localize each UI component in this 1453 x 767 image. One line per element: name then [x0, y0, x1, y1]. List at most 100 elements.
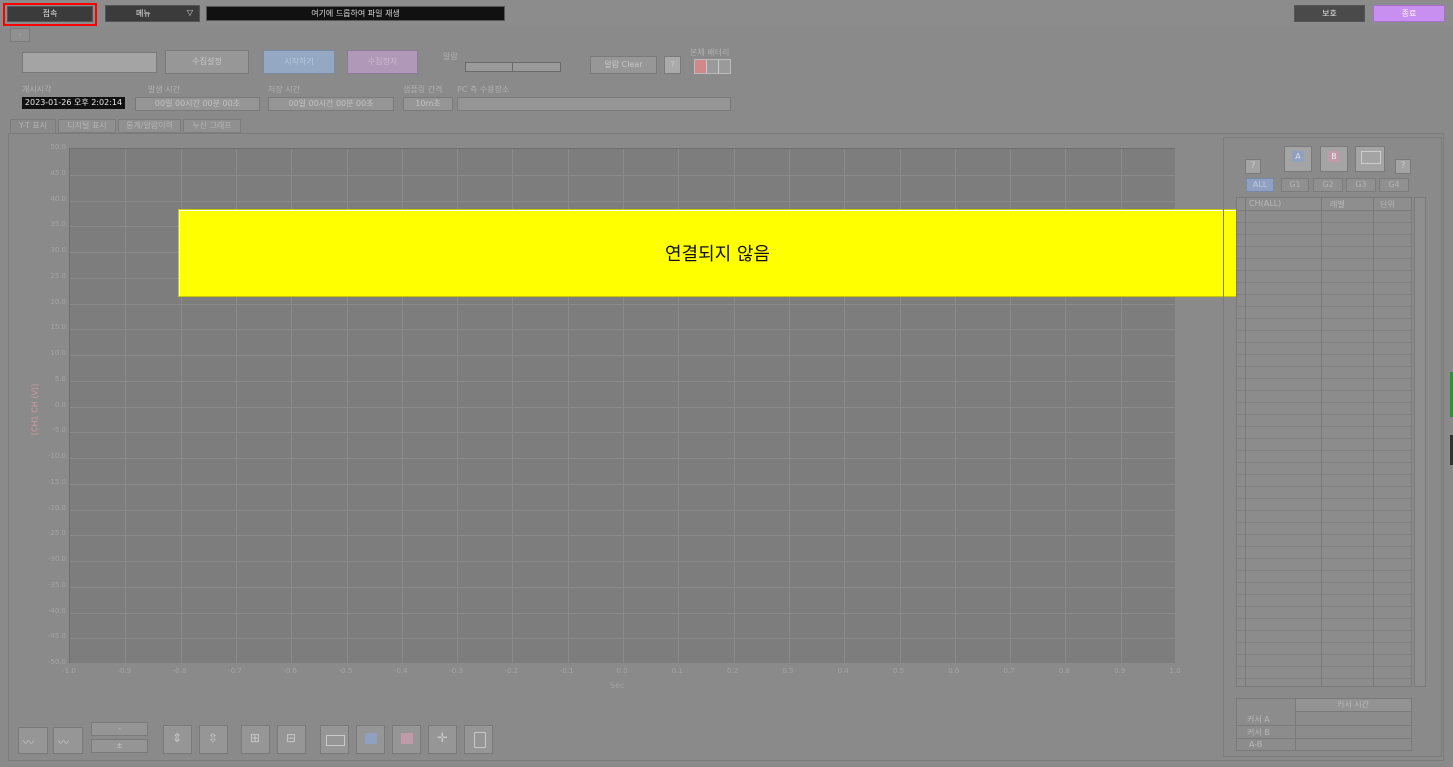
pc-save-label: PC 측 수용장소 [457, 85, 510, 94]
table-row [1237, 354, 1411, 355]
title-input[interactable] [22, 52, 157, 73]
remaining-label: 저장 시간 [268, 85, 300, 94]
sampling-value: 10m초 [403, 97, 453, 111]
cursor-a-row-label: 커서 A [1247, 715, 1270, 724]
table-row [1237, 654, 1411, 655]
chevron-down-icon: ▽ [186, 8, 193, 17]
split-view-button[interactable] [320, 725, 349, 754]
table-row [1237, 618, 1411, 619]
channel-table[interactable]: CH(ALL) 레벨 단위 [1236, 197, 1412, 687]
grid-line-horizontal [70, 406, 1175, 408]
x-tick-label: 0.3 [782, 667, 794, 675]
pc-save-field [457, 97, 731, 111]
help-right-button[interactable]: ? [1395, 159, 1411, 174]
table-row [1237, 258, 1411, 259]
x-tick-label: -0.8 [172, 667, 187, 675]
cursor-a-icon: A [1292, 151, 1304, 162]
table-row [1237, 558, 1411, 559]
y-tick-label: 30.0 [50, 246, 66, 254]
x-shrink-button[interactable]: ⊟ [277, 725, 306, 754]
group-tab-g2[interactable]: G2 [1313, 178, 1343, 192]
menu-dropdown[interactable]: 메뉴 ▽ [105, 5, 200, 22]
cursor-a-tool-button[interactable] [356, 725, 385, 754]
table-row [1237, 246, 1411, 247]
menu-label: 메뉴 [136, 9, 151, 18]
cursor-a-button[interactable]: A [1284, 146, 1312, 172]
table-row [1237, 498, 1411, 499]
table-row [1237, 414, 1411, 415]
x-tick-label: 0.0 [616, 667, 628, 675]
alarm-clear-button[interactable]: 알람 Clear [590, 56, 657, 74]
collect-settings-button[interactable]: 수집설정 [165, 50, 249, 74]
crosshair-button[interactable]: ✛ [428, 725, 457, 754]
x-tick-label: -0.4 [393, 667, 408, 675]
cursor-b-tool-button[interactable] [392, 725, 421, 754]
grid-line-horizontal [70, 303, 1175, 305]
table-row [1237, 330, 1411, 331]
table-row [1237, 306, 1411, 307]
x-tick-label: 0.1 [671, 667, 683, 675]
collapse-tab[interactable]: - [10, 28, 30, 42]
table-header-channel: CH(ALL) [1249, 199, 1282, 208]
tab-yt[interactable]: Y-T 표시 [10, 119, 56, 133]
table-row [1237, 606, 1411, 607]
grid-line-horizontal [70, 483, 1175, 485]
waveform-alt-icon: 〰 [58, 736, 69, 749]
table-row [1237, 570, 1411, 571]
tab-digital[interactable]: 디지털 표시 [58, 119, 116, 133]
y-shrink-button[interactable]: ⇳ [199, 725, 228, 754]
protect-button[interactable]: 보호 [1294, 5, 1365, 22]
x-expand-button[interactable]: ⊞ [241, 725, 270, 754]
table-row [1237, 486, 1411, 487]
y-tick-label: 45.0 [50, 168, 66, 177]
x-axis-label: Sec [610, 681, 625, 690]
battery-indicator [694, 59, 731, 74]
start-button[interactable]: 시작하기 [263, 50, 335, 74]
y-tick-label: -15.0 [47, 477, 66, 486]
cursor-ab-button[interactable] [1355, 146, 1385, 172]
cursor-time-header: 커서 시간 [1295, 699, 1411, 712]
grid-line-horizontal [70, 355, 1175, 356]
group-tab-g4[interactable]: G4 [1379, 178, 1409, 192]
wave-zoom-out-button[interactable]: 〰 [53, 727, 83, 754]
grid-line-horizontal [70, 586, 1175, 588]
wave-zoom-in-button[interactable]: 〰 [18, 727, 48, 754]
table-row [1237, 378, 1411, 379]
tab-accumulate[interactable]: 누산 그래프 [183, 119, 241, 133]
grid-line-horizontal [70, 329, 1175, 331]
cursor-b-button[interactable]: B [1320, 146, 1348, 172]
alarm-label: 알람 [443, 52, 458, 61]
group-tab-g3[interactable]: G3 [1346, 178, 1376, 192]
alarm-indicator [465, 62, 561, 72]
cursor-time-table: 커서 시간 커서 A 커서 B A-B [1236, 698, 1412, 751]
table-row [1237, 534, 1411, 535]
x-tick-label: -0.9 [117, 667, 132, 675]
file-drop-zone[interactable]: 여기에 드롭하여 파일 재생 [206, 6, 505, 21]
y-tick-label: 15.0 [50, 323, 66, 332]
table-scrollbar[interactable] [1414, 197, 1426, 687]
table-row [1237, 666, 1411, 667]
scale-unit-dropdown[interactable]: ± [91, 739, 148, 753]
help-left-button[interactable]: ? [1245, 159, 1261, 174]
group-tab-g1[interactable]: G1 [1281, 178, 1309, 192]
table-row [1237, 510, 1411, 511]
table-row [1237, 294, 1411, 295]
exit-button[interactable]: 종료 [1373, 5, 1445, 22]
marker-icon [474, 732, 486, 748]
y-tick-label: -50.0 [47, 658, 66, 666]
connect-button[interactable]: 접속 [7, 6, 93, 22]
marker-button[interactable] [464, 725, 493, 754]
arrow-expand-icon: ⇕ [172, 731, 183, 745]
x-tick-label: 0.5 [892, 667, 905, 675]
tab-statistics[interactable]: 통계/알람이력 [118, 119, 181, 133]
stop-button[interactable]: 수집정지 [347, 50, 418, 74]
y-axis-label: [CH1 CH (V)] [30, 383, 40, 436]
scale-value-field[interactable]: - [91, 722, 148, 736]
start-time-value: 2023-01-26 오후 2:02:14 [22, 97, 125, 109]
x-tick-label: -0.7 [228, 667, 242, 675]
help-button[interactable]: ? [664, 56, 681, 74]
x-tick-label: 1.0 [1169, 667, 1181, 675]
grid-line-horizontal [70, 612, 1175, 614]
group-tab-all[interactable]: ALL [1246, 178, 1274, 192]
y-expand-button[interactable]: ⇕ [163, 725, 192, 754]
